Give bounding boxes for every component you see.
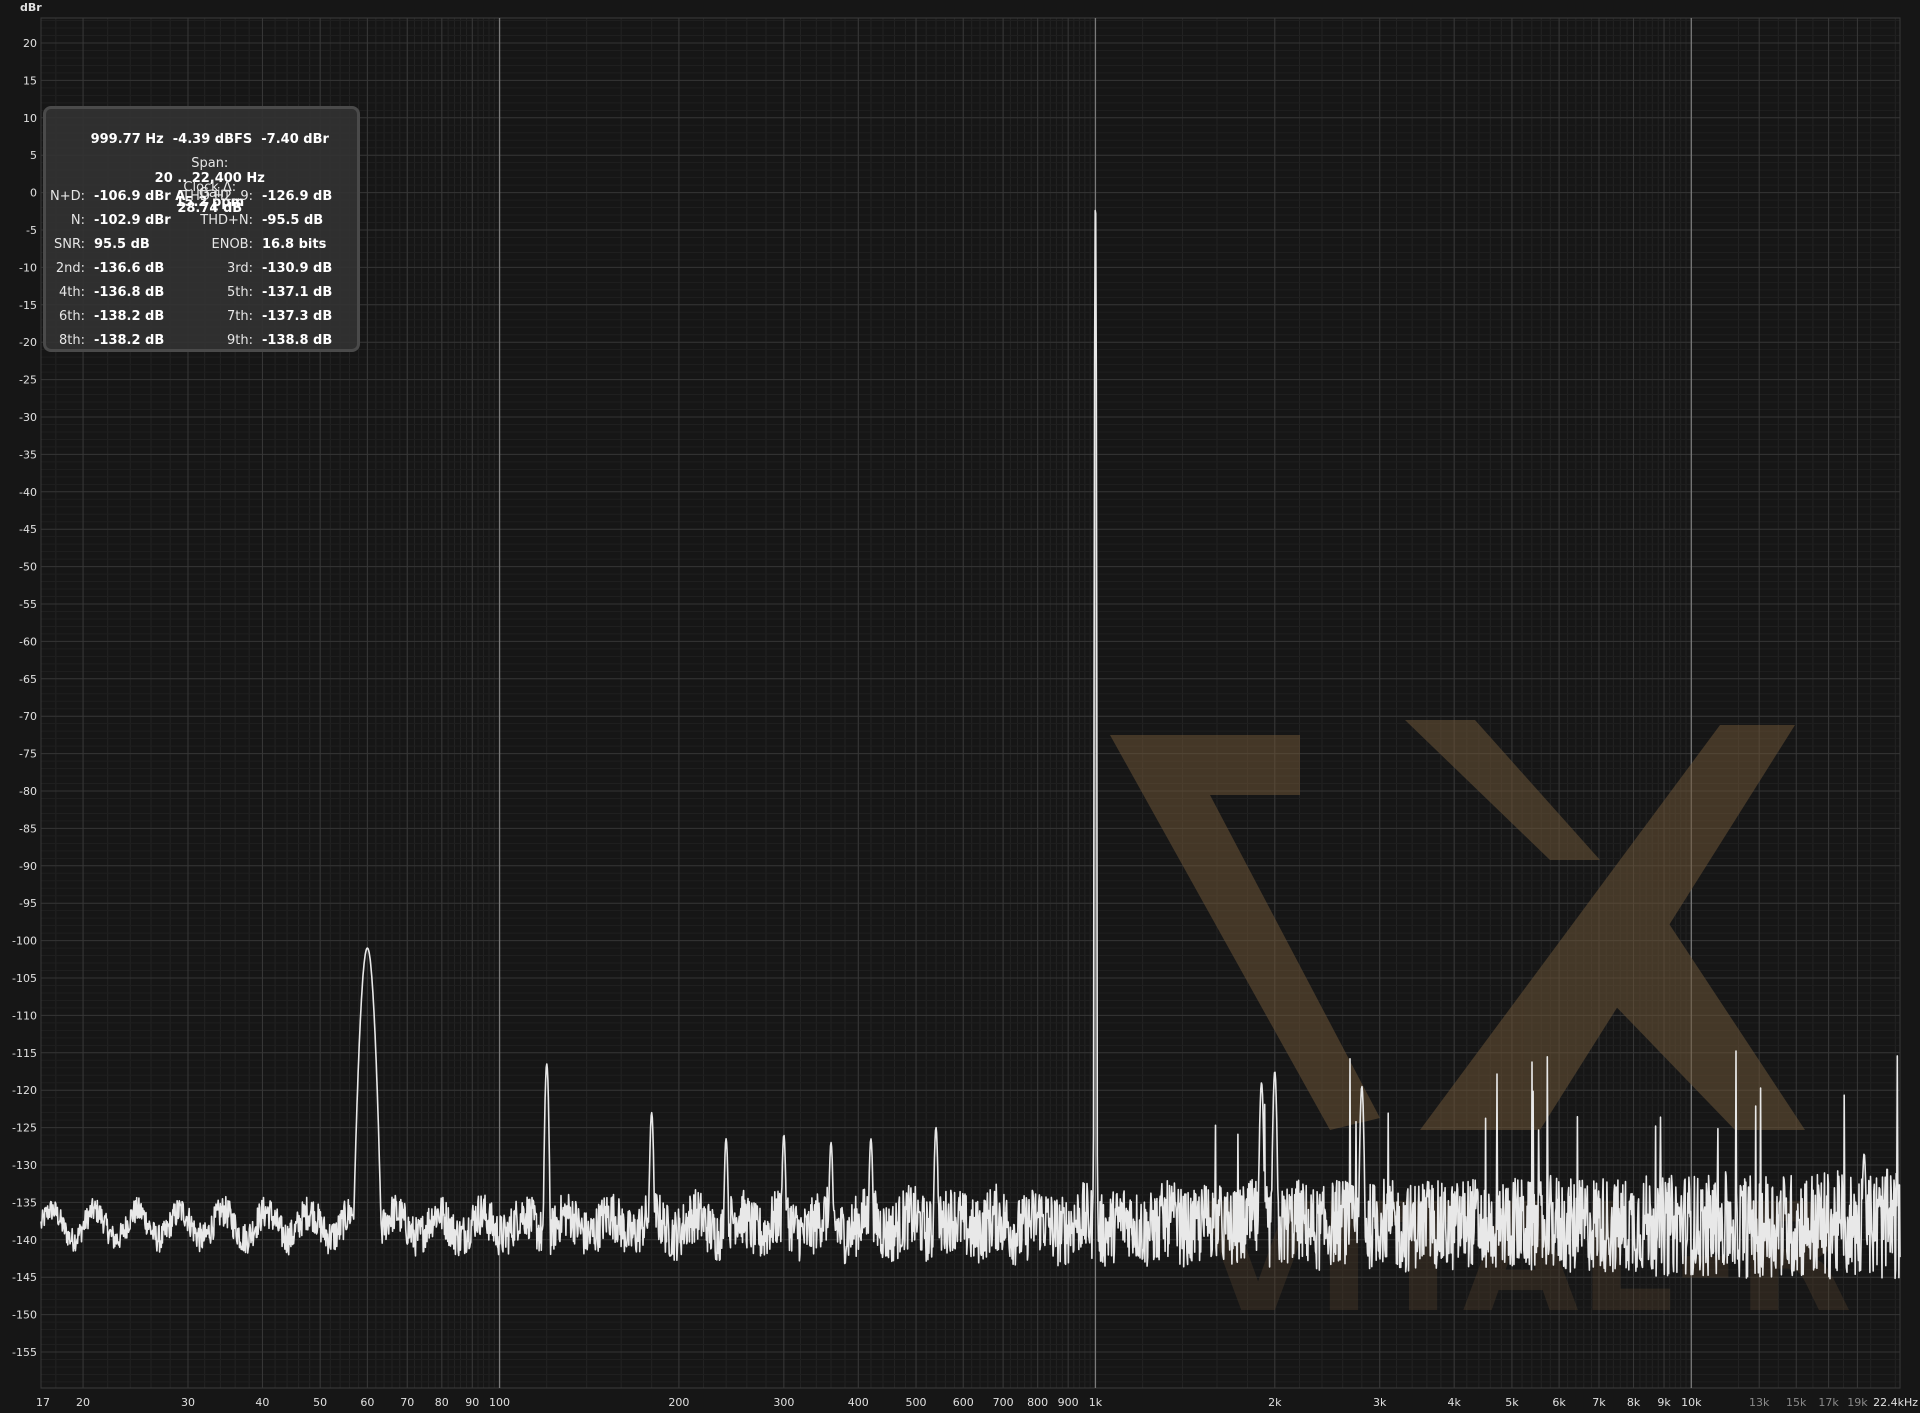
x-tick-label: 200 <box>668 1396 689 1409</box>
y-tick-label: -105 <box>12 972 37 985</box>
y-tick-label: -100 <box>12 935 37 948</box>
readout-label-right: THD+N: <box>200 213 253 228</box>
readout-label-right: ENOB: <box>211 237 253 252</box>
x-tick-label: 90 <box>465 1396 479 1409</box>
y-tick-label: -20 <box>19 336 37 349</box>
readout-value-left: -138.2 dB <box>94 309 165 324</box>
measurement-readout-panel: 999.77 Hz -4.39 dBFS -7.40 dBr Span: 20 … <box>43 106 360 352</box>
x-tick-label: 13k <box>1749 1396 1770 1409</box>
y-tick-label: -25 <box>19 374 37 387</box>
readout-label-left: 8th: <box>59 333 85 348</box>
x-tick-label: 60 <box>360 1396 374 1409</box>
x-tick-label: 30 <box>181 1396 195 1409</box>
y-tick-label: -35 <box>19 448 37 461</box>
y-tick-label: -95 <box>19 897 37 910</box>
x-tick-label: 17 <box>36 1396 50 1409</box>
y-tick-label: -40 <box>19 486 37 499</box>
y-tick-label: -45 <box>19 523 37 536</box>
y-tick-label: -150 <box>12 1309 37 1322</box>
readout-label-left: SNR: <box>54 237 85 252</box>
readout-value-right: -130.9 dB <box>262 261 333 276</box>
readout-label-right: 5th: <box>227 285 253 300</box>
x-tick-label: 7k <box>1592 1396 1606 1409</box>
readout-label-right: 3rd: <box>226 261 253 276</box>
x-tick-label: 40 <box>255 1396 269 1409</box>
readout-label-right: 7th: <box>227 309 253 324</box>
y-tick-label: -130 <box>12 1159 37 1172</box>
y-tick-label: 20 <box>23 37 37 50</box>
y-tick-label: -135 <box>12 1196 37 1209</box>
readout-label-left: N+D: <box>49 189 85 204</box>
y-tick-label: 10 <box>23 112 37 125</box>
x-tick-label: 600 <box>953 1396 974 1409</box>
x-tick-label: 400 <box>848 1396 869 1409</box>
x-tick-label: 8k <box>1627 1396 1641 1409</box>
x-tick-label: 17k <box>1818 1396 1839 1409</box>
x-tick-label: 900 <box>1058 1396 1079 1409</box>
y-tick-label: -50 <box>19 561 37 574</box>
x-tick-label: 700 <box>993 1396 1014 1409</box>
x-tick-label: 300 <box>773 1396 794 1409</box>
y-tick-label: -155 <box>12 1346 37 1359</box>
y-tick-label: -65 <box>19 673 37 686</box>
readout-label-left: 2nd: <box>55 261 85 276</box>
x-tick-label: 15k <box>1786 1396 1807 1409</box>
readout-value-right: -138.8 dB <box>262 333 333 348</box>
x-tick-label: 800 <box>1027 1396 1048 1409</box>
x-tick-label: 3k <box>1373 1396 1387 1409</box>
y-tick-label: -70 <box>19 710 37 723</box>
readout-value-left: -138.2 dB <box>94 333 165 348</box>
x-tick-label: 4k <box>1447 1396 1461 1409</box>
readout-label-left: 6th: <box>59 309 85 324</box>
x-tick-label: 5k <box>1505 1396 1519 1409</box>
readout-label-right: THD H2..9: <box>182 189 253 204</box>
x-tick-label: 20 <box>76 1396 90 1409</box>
x-tick-label: 6k <box>1552 1396 1566 1409</box>
y-tick-label: -75 <box>19 748 37 761</box>
y-tick-label: -10 <box>19 261 37 274</box>
y-tick-label: -140 <box>12 1234 37 1247</box>
y-tick-label: -120 <box>12 1084 37 1097</box>
x-tick-label: 22.4kHz <box>1873 1396 1918 1409</box>
y-tick-label: -55 <box>19 598 37 611</box>
readout-value-left: -136.8 dB <box>94 285 165 300</box>
x-tick-label: 50 <box>313 1396 327 1409</box>
readout-value-left: -136.6 dB <box>94 261 165 276</box>
y-tick-label: 0 <box>30 187 37 200</box>
y-tick-label: -60 <box>19 635 37 648</box>
y-tick-label: -145 <box>12 1271 37 1284</box>
x-tick-label: 500 <box>906 1396 927 1409</box>
x-tick-label: 9k <box>1657 1396 1671 1409</box>
readout-value-left: -106.9 dBr A <box>94 189 186 204</box>
y-tick-label: -125 <box>12 1122 37 1135</box>
readout-value-right: 16.8 bits <box>262 237 327 252</box>
x-tick-label: 100 <box>489 1396 510 1409</box>
readout-label-right: 9th: <box>227 333 253 348</box>
y-tick-label: -110 <box>12 1009 37 1022</box>
y-tick-label: -15 <box>19 299 37 312</box>
readout-label-left: N: <box>70 213 85 228</box>
y-axis-unit: dBr <box>20 1 42 14</box>
y-tick-label: -30 <box>19 411 37 424</box>
x-tick-label: 10k <box>1681 1396 1702 1409</box>
x-tick-label: 1k <box>1089 1396 1103 1409</box>
x-tick-label: 80 <box>435 1396 449 1409</box>
readout-value-left: -102.9 dBr <box>94 213 171 228</box>
readout-value-right: -137.1 dB <box>262 285 333 300</box>
x-tick-label: 70 <box>400 1396 414 1409</box>
y-tick-label: -115 <box>12 1047 37 1060</box>
readout-value-right: -126.9 dB <box>262 189 333 204</box>
y-tick-label: 5 <box>30 149 37 162</box>
y-tick-label: 15 <box>23 74 37 87</box>
x-tick-label: 2k <box>1268 1396 1282 1409</box>
readout-value-left: 95.5 dB <box>94 237 150 252</box>
y-tick-label: -80 <box>19 785 37 798</box>
y-tick-label: -5 <box>26 224 37 237</box>
readout-value-right: -137.3 dB <box>262 309 333 324</box>
readout-value-right: -95.5 dB <box>262 213 324 228</box>
readout-label-left: 4th: <box>59 285 85 300</box>
y-tick-label: -85 <box>19 822 37 835</box>
x-tick-label: 19k <box>1847 1396 1868 1409</box>
y-tick-label: -90 <box>19 860 37 873</box>
